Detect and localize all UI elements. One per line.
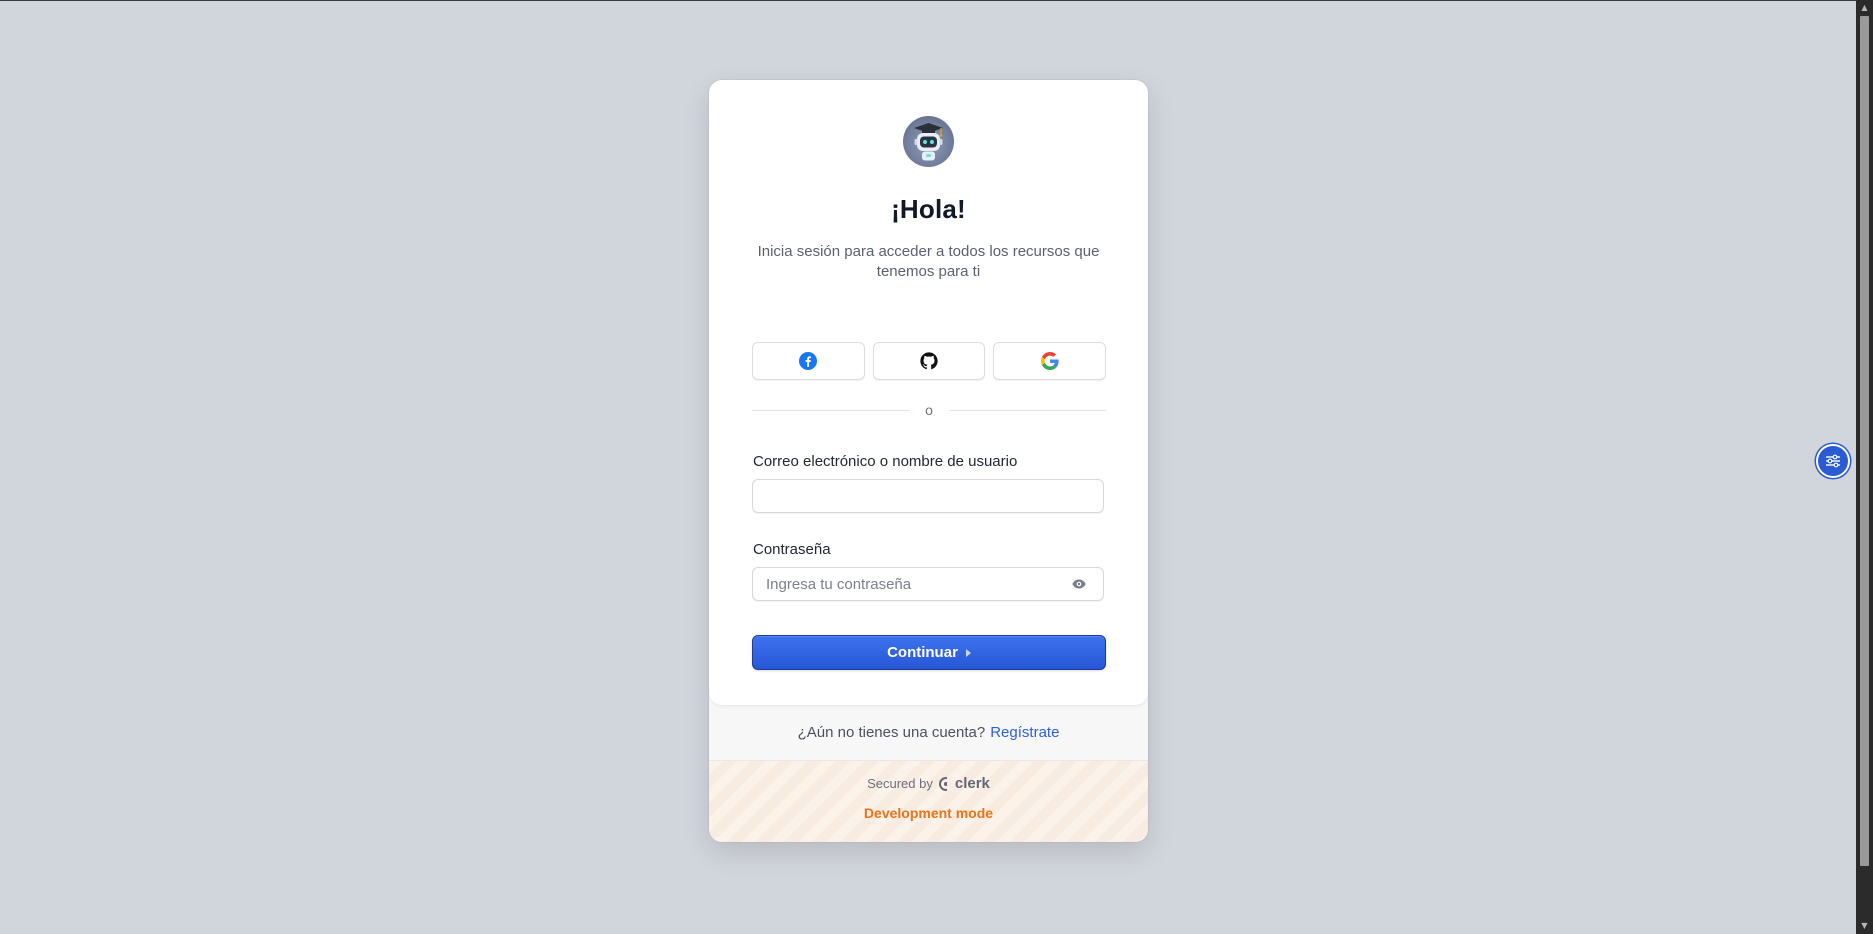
floating-settings-button[interactable]: [1816, 444, 1850, 478]
robot-graduate-icon: [914, 123, 943, 161]
continue-button-label: Continuar: [887, 644, 958, 661]
play-arrow-icon: [965, 648, 971, 657]
development-mode-label: Development mode: [863, 805, 994, 821]
scroll-up-arrow-icon[interactable]: ▲: [1856, 1, 1873, 15]
divider-line-left: [752, 409, 910, 411]
secured-by-text: Secured by: [867, 776, 933, 791]
github-icon: [920, 352, 938, 370]
scroll-down-arrow-icon[interactable]: ▼: [1856, 919, 1873, 933]
continue-button[interactable]: Continuar: [752, 635, 1106, 670]
sign-in-form-panel: ¡Hola! Inicia sesión para acceder a todo…: [709, 80, 1148, 705]
password-label: Contraseña: [753, 541, 831, 558]
eye-icon: [1072, 579, 1086, 589]
page-subtitle: Inicia sesión para acceder a todos los r…: [757, 243, 1100, 280]
google-login-button[interactable]: [993, 342, 1107, 380]
show-password-toggle[interactable]: [1071, 576, 1087, 592]
clerk-logo-icon: [938, 776, 953, 791]
divider-line-right: [948, 409, 1107, 411]
google-icon: [1040, 352, 1059, 370]
signup-prompt-row: ¿Aún no tienes una cuenta? Regístrate: [709, 705, 1148, 761]
divider-text: o: [925, 402, 933, 418]
window-top-border: [0, 0, 1856, 1]
clerk-logo[interactable]: clerk: [938, 775, 990, 792]
dev-mode-footer: Secured by clerk Development mode: [709, 761, 1148, 842]
identifier-input[interactable]: [752, 479, 1104, 513]
secured-by-row: Secured by clerk: [709, 775, 1148, 792]
password-input[interactable]: [752, 567, 1104, 601]
page-title: ¡Hola!: [891, 194, 966, 224]
signup-prompt-text: ¿Aún no tienes una cuenta?: [797, 724, 986, 741]
facebook-login-button[interactable]: [752, 342, 865, 380]
github-login-button[interactable]: [872, 342, 986, 380]
or-divider: o: [752, 400, 1107, 420]
sign-in-card: ¡Hola! Inicia sesión para acceder a todo…: [709, 80, 1148, 842]
vertical-scrollbar[interactable]: ▲ ▼: [1856, 0, 1873, 934]
identifier-label: Correo electrónico o nombre de usuario: [753, 453, 1018, 470]
app-logo-avatar: [903, 116, 954, 167]
clerk-logo-text: clerk: [954, 775, 990, 792]
signup-link[interactable]: Regístrate: [990, 724, 1059, 741]
social-login-row: [752, 342, 1107, 380]
scrollbar-thumb[interactable]: [1860, 16, 1869, 866]
facebook-icon: [799, 352, 818, 370]
sliders-icon: [1826, 454, 1840, 468]
